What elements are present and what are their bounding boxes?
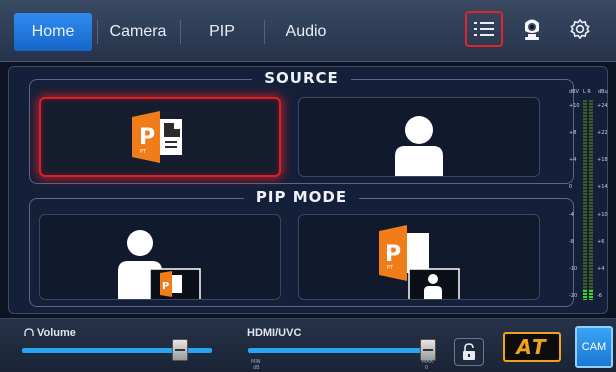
at-logo-text: AT: [516, 335, 548, 359]
source-group: SOURCE P PT: [29, 69, 574, 184]
list-icon[interactable]: [465, 11, 503, 47]
pip-presenter-ppt-icon: P: [118, 230, 201, 299]
hdmi-uvc-slider-knob[interactable]: [420, 339, 437, 361]
main-panel: SOURCE P PT PIP MODE P P PT dBV L R dBu …: [8, 66, 608, 314]
ppt-icon: P PT: [132, 111, 182, 163]
top-bar: Home Camera PIP Audio: [0, 0, 616, 62]
camera-icon[interactable]: [513, 11, 551, 47]
tab-divider: [264, 20, 265, 44]
vu-right-tick: +18: [597, 157, 608, 164]
vu-right-tick: +10: [597, 211, 608, 218]
pip-ppt-presenter-icon: P PT: [379, 225, 460, 299]
pip-mode-group: PIP MODE P P PT: [29, 188, 574, 307]
vu-left-tick: -20: [569, 293, 578, 299]
gear-icon[interactable]: [561, 11, 599, 47]
lock-button[interactable]: [454, 338, 484, 366]
pip-ppt-main-tile[interactable]: P PT: [298, 214, 540, 300]
source-presenter-tile[interactable]: [298, 97, 540, 177]
hdmi-uvc-label: HDMI/UVC: [247, 327, 302, 339]
source-ppt-tile[interactable]: P PT: [39, 97, 281, 177]
ppt-icon-letter: P: [139, 125, 155, 150]
vu-meter: dBV L R dBu +10 +8 +4 0 -4 -8 -10 -20 +24 +22 +18…: [569, 85, 609, 315]
at-logo-button[interactable]: AT: [503, 332, 561, 362]
ppt-icon-sub: PT: [140, 149, 147, 155]
cam-button[interactable]: CAM: [575, 326, 613, 368]
vu-header-left: dBV: [569, 89, 579, 95]
vu-bar-right: [589, 100, 593, 300]
vu-left-tick: -10: [569, 265, 578, 272]
vu-level-left: [583, 290, 587, 300]
vu-left-tick: +8: [569, 130, 577, 137]
vu-right-tick: +14: [597, 184, 608, 191]
presenter-icon: [395, 116, 443, 176]
pip-presenter-main-tile[interactable]: P: [39, 214, 281, 300]
vu-left-tick: -4: [569, 211, 574, 218]
tab-camera[interactable]: Camera: [100, 13, 176, 51]
tab-divider: [97, 20, 98, 44]
volume-label: Volume: [37, 327, 76, 339]
headphones-icon: [24, 328, 34, 336]
vu-left-tick: +4: [569, 157, 577, 164]
svg-text:P: P: [162, 281, 169, 292]
svg-text:PT: PT: [387, 265, 394, 271]
svg-text:P: P: [385, 242, 401, 267]
source-title: SOURCE: [30, 69, 573, 88]
vu-right-tick: +24: [597, 103, 608, 109]
vu-left-tick: 0: [569, 184, 573, 191]
lock-icon: [463, 343, 475, 360]
vu-left-tick: +10: [569, 103, 580, 109]
vu-header-right: dBu: [598, 89, 608, 95]
tab-pip[interactable]: PIP: [184, 13, 260, 51]
pip-mode-title: PIP MODE: [30, 188, 573, 207]
vu-right-tick: +6: [597, 238, 605, 245]
vu-level-right: [589, 290, 593, 300]
vu-right-tick: +22: [597, 130, 608, 137]
hdmi-uvc-slider-track[interactable]: [248, 348, 434, 353]
vu-right-tick: -6: [597, 293, 602, 299]
vu-right-tick: +4: [597, 265, 605, 272]
tab-home[interactable]: Home: [14, 13, 92, 51]
volume-slider-knob[interactable]: [171, 339, 188, 361]
vu-bar-left: [583, 100, 587, 300]
vu-left-tick: -8: [569, 238, 574, 245]
hdmi-max-sub: 0: [425, 365, 429, 371]
tab-audio[interactable]: Audio: [268, 13, 344, 51]
hdmi-min-sub: dB: [253, 365, 260, 371]
tab-divider: [180, 20, 181, 44]
vu-header-channels: L R: [583, 89, 591, 95]
